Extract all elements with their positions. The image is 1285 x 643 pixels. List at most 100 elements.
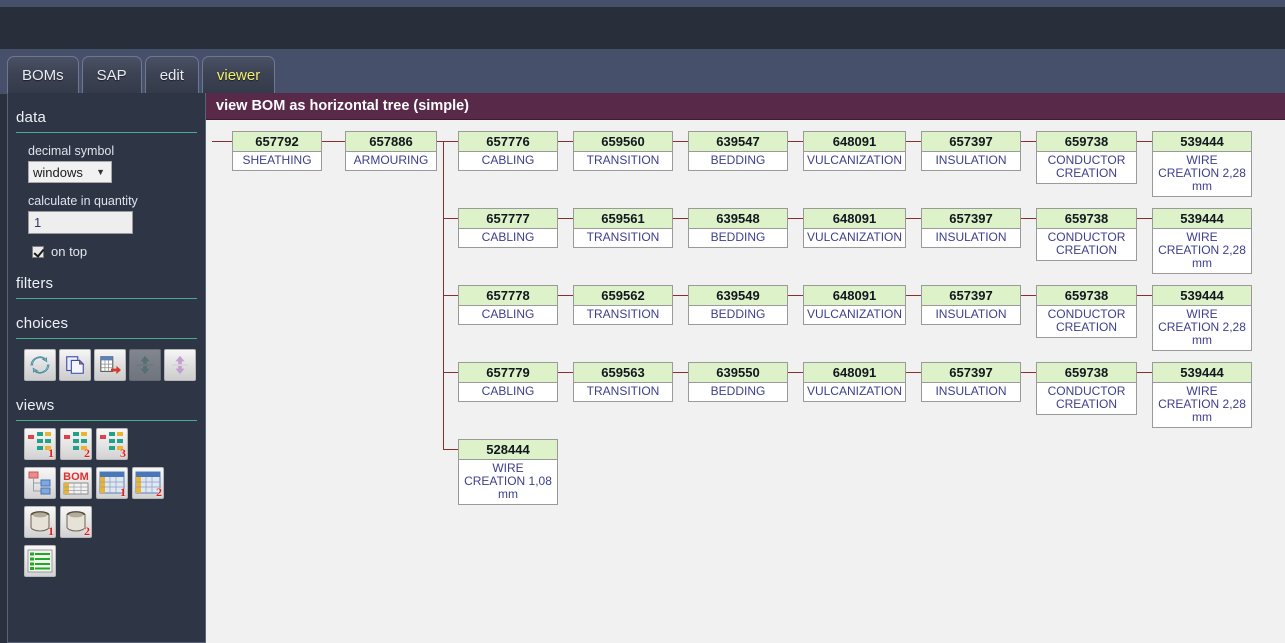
grid-view-1-icon[interactable]: 1 xyxy=(96,467,128,499)
bom-node[interactable]: 648091 VULCANIZATION xyxy=(803,362,906,402)
bom-node-description: WIRE CREATION 2,28 mm xyxy=(1158,153,1246,193)
bom-node[interactable]: 648091 VULCANIZATION xyxy=(803,131,906,171)
chevron-down-icon: ▼ xyxy=(96,167,105,177)
bom-node[interactable]: 659738 CONDUCTOR CREATION xyxy=(1036,362,1137,415)
main-pane: view BOM as horizontal tree (simple) 657… xyxy=(206,93,1285,643)
main-tabs: BOMs SAP edit viewer xyxy=(7,56,278,94)
tree-connector xyxy=(1137,372,1152,373)
bom-node-description: WIRE CREATION 1,08 mm xyxy=(464,461,552,501)
bom-node-code: 639548 xyxy=(689,209,787,229)
bom-node-code: 657397 xyxy=(922,286,1020,306)
bom-node[interactable]: 528444 WIRE CREATION 1,08 mm xyxy=(458,439,558,505)
bom-node[interactable]: 648091 VULCANIZATION xyxy=(803,208,906,248)
bom-node-code: 657397 xyxy=(922,209,1020,229)
bom-node[interactable]: 659561 TRANSITION xyxy=(573,208,673,248)
bom-node[interactable]: 657777 CABLING xyxy=(458,208,558,248)
tree-view-1-icon[interactable]: 1 xyxy=(24,428,56,460)
tab-boms[interactable]: BOMs xyxy=(7,56,79,94)
bom-node-description: ARMOURING xyxy=(353,153,429,167)
bom-node-code: 659738 xyxy=(1037,363,1136,383)
section-title-views: views xyxy=(16,397,55,414)
bom-node-description: BEDDING xyxy=(710,230,766,244)
bom-node-code: 659560 xyxy=(574,132,672,152)
on-top-checkbox[interactable] xyxy=(32,245,44,258)
bom-node-code: 648091 xyxy=(804,132,905,152)
tree-connector xyxy=(673,295,688,296)
bom-node[interactable]: 539444 WIRE CREATION 2,28 mm xyxy=(1152,131,1252,197)
section-rule xyxy=(16,132,197,133)
bom-node-code: 639550 xyxy=(689,363,787,383)
bom-node[interactable]: 659562 TRANSITION xyxy=(573,285,673,325)
bom-node[interactable]: 539444 WIRE CREATION 2,28 mm xyxy=(1152,208,1252,274)
tree-connector xyxy=(1021,141,1036,142)
bom-node[interactable]: 659738 CONDUCTOR CREATION xyxy=(1036,131,1137,184)
bom-node[interactable]: 657886 ARMOURING xyxy=(345,131,437,171)
tree-connector xyxy=(558,372,573,373)
tab-viewer[interactable]: viewer xyxy=(201,56,276,94)
bom-node[interactable]: 657779 CABLING xyxy=(458,362,558,402)
decimal-symbol-label: decimal symbol xyxy=(28,144,115,158)
quantity-input[interactable]: 1 xyxy=(28,211,133,234)
stack-view-2-icon[interactable]: 2 xyxy=(60,506,92,538)
tab-sap[interactable]: SAP xyxy=(81,56,142,94)
bom-node-description: CONDUCTOR CREATION xyxy=(1047,384,1126,411)
view-badge: 2 xyxy=(84,446,90,460)
bom-node-description: CONDUCTOR CREATION xyxy=(1047,230,1126,257)
bom-node-code: 659738 xyxy=(1037,286,1136,306)
on-top-row[interactable]: on top xyxy=(32,244,205,259)
view-badge: 1 xyxy=(120,485,126,499)
bom-node-code: 659738 xyxy=(1037,209,1136,229)
bom-node-code: 539444 xyxy=(1153,286,1251,306)
bom-node[interactable]: 639549 BEDDING xyxy=(688,285,788,325)
tree-connector xyxy=(788,141,803,142)
bom-node[interactable]: 659738 CONDUCTOR CREATION xyxy=(1036,285,1137,338)
stack-view-1-icon[interactable]: 1 xyxy=(24,506,56,538)
tree-connector xyxy=(906,295,921,296)
tree-view-2-icon[interactable]: 2 xyxy=(60,428,92,460)
bom-node[interactable]: 639550 BEDDING xyxy=(688,362,788,402)
bom-node[interactable]: 659738 CONDUCTOR CREATION xyxy=(1036,208,1137,261)
bom-node[interactable]: 657792 SHEATHING xyxy=(232,131,322,171)
bom-node-description: CABLING xyxy=(481,230,535,244)
bom-node-code: 648091 xyxy=(804,363,905,383)
bom-node-description: BEDDING xyxy=(710,153,766,167)
copy-icon[interactable] xyxy=(59,349,91,381)
section-title-filters: filters xyxy=(16,275,54,292)
decimal-symbol-select[interactable]: windows ▼ xyxy=(28,161,112,183)
bom-node[interactable]: 539444 WIRE CREATION 2,28 mm xyxy=(1152,362,1252,428)
grid-view-2-icon[interactable]: 2 xyxy=(132,467,164,499)
bom-node[interactable]: 657776 CABLING xyxy=(458,131,558,171)
bom-node[interactable]: 657397 INSULATION xyxy=(921,362,1021,402)
hierarchy-icon[interactable] xyxy=(24,467,56,499)
bom-node[interactable]: 659560 TRANSITION xyxy=(573,131,673,171)
bom-node[interactable]: 657397 INSULATION xyxy=(921,208,1021,248)
decimal-symbol-value: windows xyxy=(33,164,83,180)
bom-node-code: 659562 xyxy=(574,286,672,306)
bom-node[interactable]: 539444 WIRE CREATION 2,28 mm xyxy=(1152,285,1252,351)
bom-node[interactable]: 657397 INSULATION xyxy=(921,131,1021,171)
collapse-icon[interactable] xyxy=(129,349,161,381)
bom-node[interactable]: 659563 TRANSITION xyxy=(573,362,673,402)
refresh-icon[interactable] xyxy=(24,349,56,381)
expand-icon[interactable] xyxy=(164,349,196,381)
tab-edit[interactable]: edit xyxy=(144,56,199,94)
bom-node-code: 539444 xyxy=(1153,209,1251,229)
bom-node-description: VULCANIZATION xyxy=(806,230,903,244)
bom-table-icon[interactable]: BOM xyxy=(60,467,92,499)
bom-node-code: 648091 xyxy=(804,209,905,229)
list-view-icon[interactable] xyxy=(24,545,56,577)
bom-node[interactable]: 657778 CABLING xyxy=(458,285,558,325)
tree-connector xyxy=(437,141,458,142)
bom-node-description: CABLING xyxy=(481,307,535,321)
export-table-icon[interactable] xyxy=(94,349,126,381)
views-icon-row-4 xyxy=(24,545,205,577)
bom-node[interactable]: 657397 INSULATION xyxy=(921,285,1021,325)
bom-node-code: 657397 xyxy=(922,363,1020,383)
bom-node[interactable]: 648091 VULCANIZATION xyxy=(803,285,906,325)
bom-node[interactable]: 639548 BEDDING xyxy=(688,208,788,248)
tree-connector xyxy=(673,218,688,219)
section-rule xyxy=(16,420,197,421)
tree-view-3-icon[interactable]: 3 xyxy=(96,428,128,460)
bom-node[interactable]: 639547 BEDDING xyxy=(688,131,788,171)
tree-connector xyxy=(322,141,345,142)
